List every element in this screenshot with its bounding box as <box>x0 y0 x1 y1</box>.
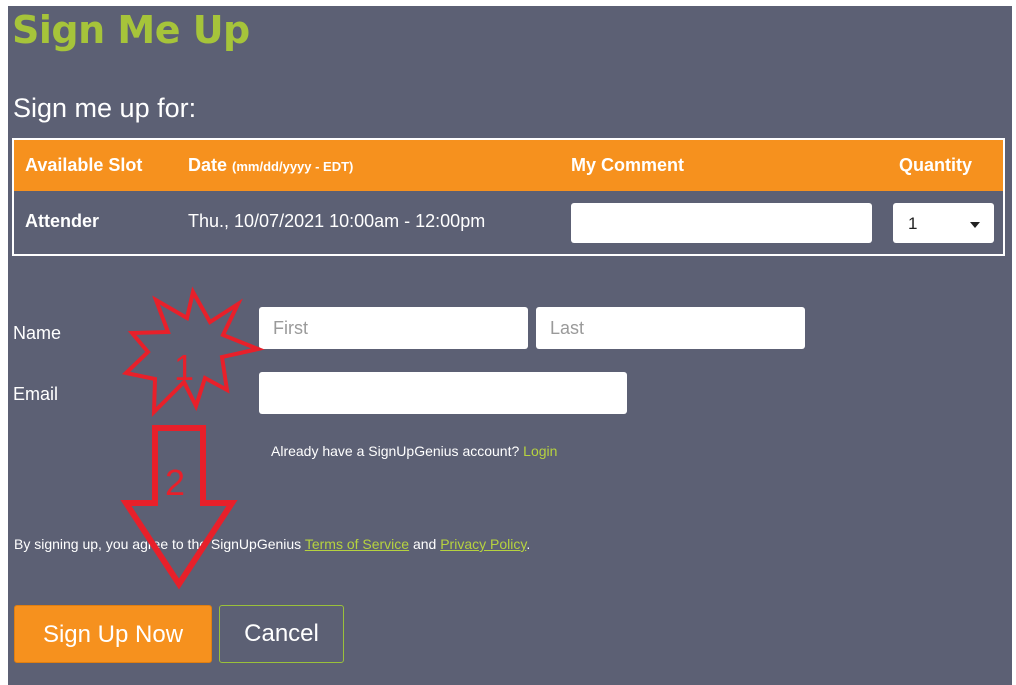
column-header-date: Date (mm/dd/yyyy - EDT) <box>188 155 353 176</box>
date-format-hint: (mm/dd/yyyy - EDT) <box>232 159 354 174</box>
signup-panel: Sign Me Up Sign me up for: Available Slo… <box>8 6 1012 685</box>
account-prompt-text: Already have a SignUpGenius account? <box>271 443 520 459</box>
account-prompt: Already have a SignUpGenius account? Log… <box>271 443 557 459</box>
login-link[interactable]: Login <box>523 443 557 459</box>
caret-down-icon <box>970 222 980 228</box>
agreement-and: and <box>412 536 437 552</box>
column-header-slot: Available Slot <box>25 155 143 175</box>
cancel-button[interactable]: Cancel <box>219 605 344 663</box>
privacy-policy-link[interactable]: Privacy Policy <box>440 536 526 552</box>
column-header-date-label: Date <box>188 155 228 175</box>
name-label: Name <box>13 323 62 343</box>
first-name-input[interactable]: First <box>259 307 528 349</box>
table-row: Attender Thu., 10/07/2021 10:00am - 12:0… <box>14 191 1003 254</box>
slots-table: Available Slot Date (mm/dd/yyyy - EDT) M… <box>12 138 1005 256</box>
last-name-input[interactable]: Last <box>536 307 805 349</box>
email-input[interactable] <box>259 372 627 414</box>
sign-up-now-button[interactable]: Sign Up Now <box>14 605 212 663</box>
table-header: Available Slot Date (mm/dd/yyyy - EDT) M… <box>14 140 1003 191</box>
agreement-suffix: . <box>526 536 531 552</box>
terms-of-service-link[interactable]: Terms of Service <box>305 536 409 552</box>
email-label: Email <box>13 384 59 404</box>
comment-input[interactable] <box>571 203 872 243</box>
page-title: Sign Me Up <box>12 8 250 52</box>
slot-date: Thu., 10/07/2021 10:00am - 12:00pm <box>188 211 486 231</box>
quantity-select[interactable]: 1 <box>893 203 994 243</box>
section-subtitle: Sign me up for: <box>13 93 197 123</box>
quantity-value: 1 <box>908 214 918 233</box>
agreement-prefix: By signing up, you agree to the SignUpGe… <box>14 536 302 552</box>
terms-agreement: By signing up, you agree to the SignUpGe… <box>14 536 530 552</box>
slot-name: Attender <box>25 211 100 231</box>
column-header-quantity: Quantity <box>899 155 973 175</box>
column-header-comment: My Comment <box>571 155 685 175</box>
